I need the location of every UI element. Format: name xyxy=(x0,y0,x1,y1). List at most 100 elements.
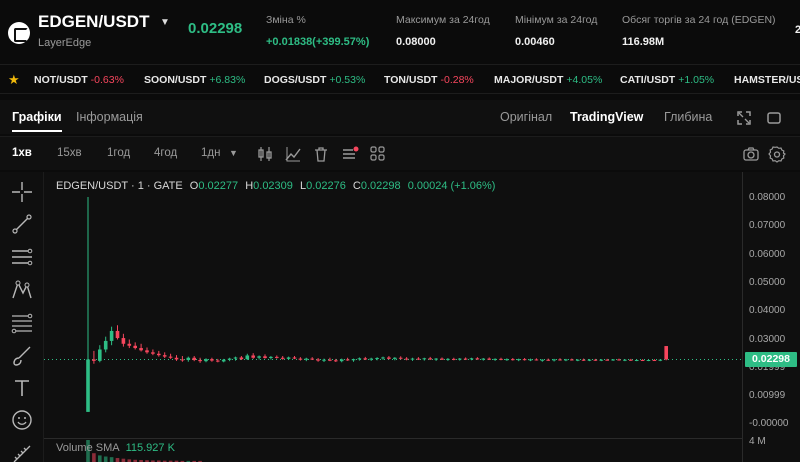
candle-body xyxy=(269,356,273,359)
view-original[interactable]: Оригінал xyxy=(500,110,552,124)
candle-body xyxy=(286,357,291,359)
camera-icon[interactable] xyxy=(742,145,760,163)
candle-body xyxy=(658,359,663,361)
ticker-symbol: NOT/USDT xyxy=(34,74,88,86)
text-icon[interactable] xyxy=(10,376,34,400)
timeframe-1d[interactable]: 1дн xyxy=(201,147,220,159)
candle-body xyxy=(452,358,456,360)
candle-body xyxy=(345,359,350,361)
ticker-change: +0.53% xyxy=(329,74,366,86)
volume-axis-label: 4 M xyxy=(749,436,766,447)
candle-body xyxy=(487,358,491,360)
volume-label: Volume SMA xyxy=(56,442,120,454)
fullscreen-icon[interactable] xyxy=(736,110,752,126)
settings-icon[interactable] xyxy=(768,145,786,163)
pattern-icon[interactable] xyxy=(10,278,34,302)
tab-charts[interactable]: Графіки xyxy=(12,110,62,124)
horizontal-lines-icon[interactable] xyxy=(10,245,34,269)
candles-icon[interactable] xyxy=(256,145,274,163)
candle-body xyxy=(198,360,202,362)
chart-toolbar: 1хв 15хв 1год 4год 1дн ▼ xyxy=(0,136,800,170)
market-header: EDGEN/USDT ▼ LayerEdge 0.02298 Зміна % +… xyxy=(0,0,800,64)
trash-icon[interactable] xyxy=(312,145,330,163)
ticker-symbol: CATI/USDT xyxy=(620,74,676,86)
current-price-tag: 0.02298 xyxy=(745,352,797,367)
volume-value: 115.927 K xyxy=(125,442,175,454)
candle-body xyxy=(304,358,309,360)
volume-legend: Volume SMA 115.927 K xyxy=(56,442,175,454)
view-depth[interactable]: Глибина xyxy=(664,110,712,124)
ticker-item[interactable]: DOGS/USDT +0.53% xyxy=(264,74,365,86)
candle-body xyxy=(168,356,173,358)
candle-body xyxy=(652,360,657,362)
fib-icon[interactable] xyxy=(10,311,34,335)
candle-body xyxy=(363,358,368,360)
candle-body xyxy=(558,359,562,361)
volume-bar xyxy=(115,458,120,462)
trendline-icon[interactable] xyxy=(10,212,34,236)
candle-body xyxy=(428,358,432,360)
volume-pane-separator[interactable] xyxy=(44,438,742,439)
candle-body xyxy=(481,358,486,360)
ticker-item[interactable]: CATI/USDT +1.05% xyxy=(620,74,714,86)
candle-body xyxy=(280,357,285,359)
volume-bar xyxy=(92,453,96,462)
tab-info[interactable]: Інформація xyxy=(76,110,143,124)
candle-body xyxy=(422,358,427,360)
candle-body xyxy=(139,348,143,351)
candle-body xyxy=(564,359,568,361)
candle-body xyxy=(328,359,332,361)
crosshair-icon[interactable] xyxy=(10,180,34,204)
candle-body xyxy=(210,359,214,361)
candle-body xyxy=(375,358,379,360)
ticker-item[interactable]: TON/USDT -0.28% xyxy=(384,74,474,86)
pair-title[interactable]: EDGEN/USDT xyxy=(38,12,149,32)
candle-body xyxy=(410,358,415,360)
list-alert-icon[interactable] xyxy=(341,145,359,163)
candle-body xyxy=(499,358,503,360)
candle-body xyxy=(570,359,574,361)
brush-icon[interactable] xyxy=(10,344,34,368)
timeframe-dropdown-icon[interactable]: ▼ xyxy=(229,148,238,158)
candle-body xyxy=(204,359,208,362)
candle-body xyxy=(640,360,645,362)
candle-body xyxy=(469,358,474,360)
ticker-item[interactable]: SOON/USDT +6.83% xyxy=(144,74,245,86)
ticker-item[interactable]: NOT/USDT -0.63% xyxy=(34,74,124,86)
candles-plot[interactable] xyxy=(44,172,742,462)
window-icon[interactable] xyxy=(766,110,782,126)
ticker-change: -0.63% xyxy=(90,74,124,86)
price-chart[interactable]: EDGEN/USDT · 1 · GATE O0.02277 H0.02309 … xyxy=(0,172,800,462)
favorites-star-icon[interactable]: ★ xyxy=(8,72,20,88)
timeframe-1h[interactable]: 1год xyxy=(107,147,130,159)
stat-change: Зміна % +0.01838(+399.57%) xyxy=(266,14,369,48)
candle-body xyxy=(457,358,462,360)
candle-body xyxy=(174,357,179,360)
y-tick-label: 0.04000 xyxy=(749,305,786,316)
timeframe-15m[interactable]: 15хв xyxy=(57,147,82,159)
ticker-item[interactable]: HAMSTER/USDT xyxy=(734,74,800,86)
ticker-item[interactable]: MAJOR/USDT +4.05% xyxy=(494,74,602,86)
view-tradingview[interactable]: TradingView xyxy=(570,110,643,124)
candle-body xyxy=(275,356,279,358)
candle-body xyxy=(369,358,373,360)
candle-body xyxy=(103,340,108,350)
emoji-icon[interactable] xyxy=(10,408,34,432)
candle-body xyxy=(192,357,196,361)
candle-body xyxy=(475,358,480,360)
candle-body xyxy=(398,357,403,359)
timeframe-4h[interactable]: 4год xyxy=(154,147,177,159)
pair-dropdown-caret-icon[interactable]: ▼ xyxy=(160,17,170,28)
timeframe-1m[interactable]: 1хв xyxy=(12,147,32,159)
candle-body xyxy=(292,357,297,359)
stat-value: 2 xyxy=(795,24,800,36)
candle-body xyxy=(634,360,639,362)
ticker-change: -0.28% xyxy=(440,74,474,86)
indicators-icon[interactable] xyxy=(284,145,302,163)
legend-close-key: C xyxy=(352,180,361,192)
layout-grid-icon[interactable] xyxy=(369,145,387,163)
ticker-symbol: HAMSTER/USDT xyxy=(734,74,800,86)
price-axis[interactable]: 0.08000 0.07000 0.06000 0.05000 0.04000 … xyxy=(742,172,800,462)
y-tick-label: 0.08000 xyxy=(749,192,786,203)
ruler-icon[interactable] xyxy=(10,442,34,462)
